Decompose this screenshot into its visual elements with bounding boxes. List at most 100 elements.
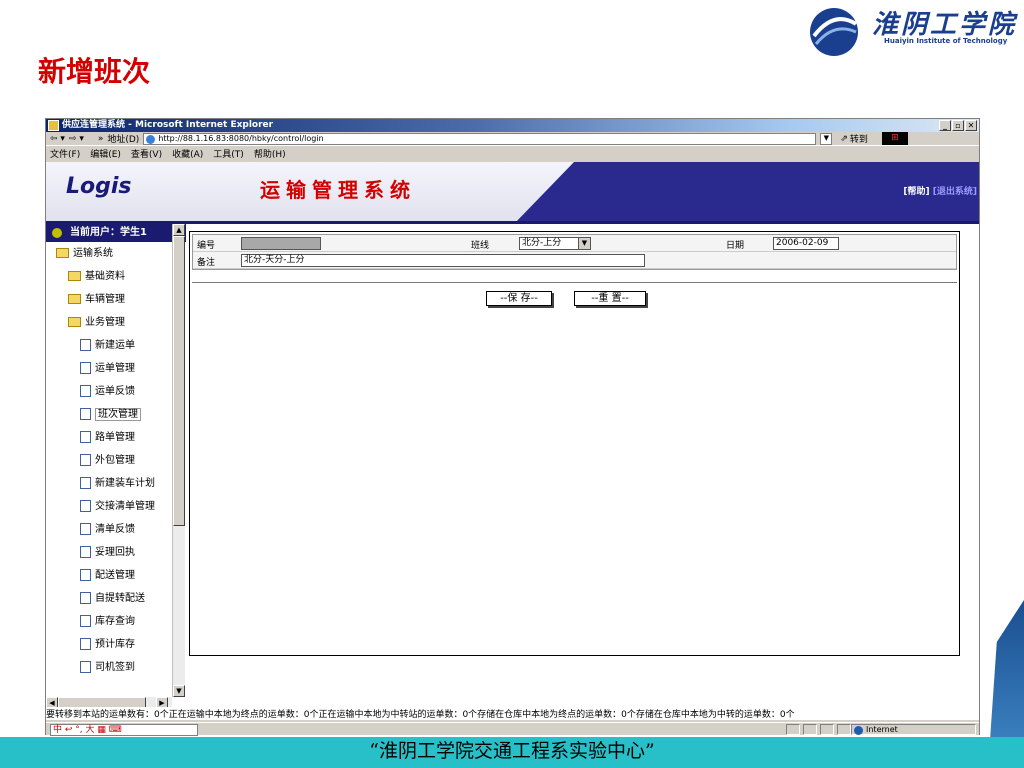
page-content: Logis 运输管理系统 [帮助] [退出系统] 当前用户：学生1 运输系统基础… [46, 162, 979, 720]
line-label: 班线 [471, 241, 490, 251]
close-button[interactable]: ✕ [965, 120, 977, 131]
menu-edit[interactable]: 编辑(E) [90, 147, 121, 160]
scroll-thumb[interactable] [173, 236, 185, 526]
code-input[interactable] [241, 237, 321, 250]
sidebar-item-label: 库存查询 [95, 616, 135, 627]
current-user-label: 当前用户：学生1 [70, 227, 147, 238]
scroll-up-icon[interactable]: ▲ [173, 224, 185, 236]
date-input[interactable]: 2006-02-09 [773, 237, 839, 250]
sidebar-item[interactable]: 基础资料 [46, 265, 186, 288]
menu-bar: 文件(F) 编辑(E) 查看(V) 收藏(A) 工具(T) 帮助(H) [46, 146, 979, 160]
sidebar-item[interactable]: 新建运单 [46, 334, 186, 357]
title-bar: 供应连管理系统 - Microsoft Internet Explorer _ … [46, 119, 979, 132]
document-icon [80, 477, 91, 489]
document-icon [80, 408, 91, 420]
menu-view[interactable]: 查看(V) [131, 147, 162, 160]
document-icon [80, 638, 91, 650]
go-icon[interactable]: ⇗ [840, 134, 848, 144]
line-select[interactable]: 北分-上分 ▼ [519, 237, 591, 250]
line-select-value: 北分-上分 [522, 238, 562, 248]
folder-icon [68, 271, 81, 281]
address-url: http://88.1.16.83:8080/hbky/control/logi… [158, 133, 324, 143]
go-button[interactable]: 转到 [850, 132, 868, 145]
document-icon [80, 362, 91, 374]
form-row-2: 备注 北分-天分-上分 [193, 252, 956, 269]
address-label: 地址(D) [107, 135, 140, 145]
help-link[interactable]: [帮助] [903, 187, 929, 197]
address-dropdown-icon[interactable]: ▼ [820, 132, 833, 145]
logo-text: 淮阴工学院 [872, 10, 1018, 40]
sidebar-item[interactable]: 交接清单管理 [46, 495, 186, 518]
sidebar-item[interactable]: 新建装车计划 [46, 472, 186, 495]
app-brand: Logis [66, 174, 132, 199]
document-icon [80, 569, 91, 581]
remark-input[interactable]: 北分-天分-上分 [241, 254, 645, 267]
menu-favorites[interactable]: 收藏(A) [172, 147, 203, 160]
sidebar-item[interactable]: 司机签到 [46, 656, 186, 679]
sidebar-item[interactable]: 库存查询 [46, 610, 186, 633]
scroll-down-icon[interactable]: ▼ [173, 685, 185, 697]
sidebar-vscroll[interactable]: ▲ ▼ [172, 224, 185, 697]
menu-file[interactable]: 文件(F) [50, 147, 80, 160]
sidebar-item[interactable]: 车辆管理 [46, 288, 186, 311]
minimize-button[interactable]: _ [939, 120, 951, 131]
code-label: 编号 [197, 241, 216, 251]
browser-window: 供应连管理系统 - Microsoft Internet Explorer _ … [45, 118, 980, 736]
system-title: 运输管理系统 [260, 178, 416, 202]
shift-form: 编号 班线 北分-上分 ▼ 日期 2006-02-09 备注 北分-天分-上分 [192, 234, 957, 270]
sidebar-item-label: 运输系统 [73, 248, 113, 259]
sidebar-item[interactable]: 班次管理 [46, 403, 186, 426]
sidebar-item[interactable]: 运输系统 [46, 242, 186, 265]
reset-button[interactable]: --重 置-- [574, 291, 646, 306]
back-icon[interactable]: ⇦ ▾ [50, 134, 65, 144]
document-icon [80, 454, 91, 466]
sidebar: 当前用户：学生1 运输系统基础资料 车辆管理 业务管理新建运单运单管理运单反馈 班次管… [46, 224, 186, 697]
address-input[interactable]: http://88.1.16.83:8080/hbky/control/logi… [143, 132, 817, 145]
sidebar-item-label: 妥理回执 [95, 547, 135, 558]
window-title: 供应连管理系统 - Microsoft Internet Explorer [62, 120, 274, 130]
sidebar-item-label: 新建运单 [95, 340, 135, 351]
sidebar-item[interactable]: 自提转配送 [46, 587, 186, 610]
sidebar-item[interactable]: 妥理回执 [46, 541, 186, 564]
sidebar-item[interactable]: 配送管理 [46, 564, 186, 587]
document-icon [80, 500, 91, 512]
maximize-button[interactable]: ▫ [952, 120, 964, 131]
sidebar-item[interactable]: 业务管理 [46, 311, 186, 334]
sidebar-item[interactable]: 路单管理 [46, 426, 186, 449]
date-label: 日期 [726, 241, 745, 251]
chevron-down-icon[interactable]: ▼ [578, 238, 590, 249]
sidebar-item-label: 新建装车计划 [95, 478, 155, 489]
sidebar-item-label: 路单管理 [95, 432, 135, 443]
sidebar-item-label: 配送管理 [95, 570, 135, 581]
decor-shape [990, 600, 1024, 740]
menu-help[interactable]: 帮助(H) [254, 147, 286, 160]
document-icon [80, 661, 91, 673]
folder-icon [56, 248, 69, 258]
forward-icon[interactable]: ⇨ ▾ [69, 134, 84, 144]
status-line: 要转移到本站的运单数有：0个正在运输中本地为终点的运单数：0个正在运输中本地为中… [46, 707, 979, 720]
page-icon [146, 134, 156, 144]
app-banner: Logis 运输管理系统 [帮助] [退出系统] [46, 162, 979, 224]
current-user: 当前用户：学生1 [46, 224, 186, 242]
menu-tools[interactable]: 工具(T) [213, 147, 244, 160]
sidebar-item[interactable]: 外包管理 [46, 449, 186, 472]
sidebar-item[interactable]: 清单反馈 [46, 518, 186, 541]
ime-toolbar[interactable]: 中 ↩ °, 大 ▦ ⌨ [50, 724, 198, 736]
sidebar-tree: 运输系统基础资料 车辆管理 业务管理新建运单运单管理运单反馈 班次管理路单管理外包管理… [46, 242, 186, 679]
remark-label: 备注 [197, 258, 216, 268]
sidebar-item[interactable]: 运单反馈 [46, 380, 186, 403]
exit-link[interactable]: [退出系统] [933, 187, 977, 197]
more-icon[interactable]: » [98, 134, 104, 144]
sidebar-item[interactable]: 预计库存 [46, 633, 186, 656]
status-cell [803, 724, 817, 735]
document-icon [80, 546, 91, 558]
save-button[interactable]: --保 存-- [486, 291, 552, 306]
address-bar: ⇦ ▾ ⇨ ▾ » 地址(D) http://88.1.16.83:8080/h… [46, 132, 979, 146]
status-cell [837, 724, 851, 735]
folder-icon [68, 294, 81, 304]
status-cell [786, 724, 800, 735]
sidebar-item-label: 自提转配送 [95, 593, 145, 604]
document-icon [80, 385, 91, 397]
sidebar-item[interactable]: 运单管理 [46, 357, 186, 380]
sidebar-item-label: 运单管理 [95, 363, 135, 374]
